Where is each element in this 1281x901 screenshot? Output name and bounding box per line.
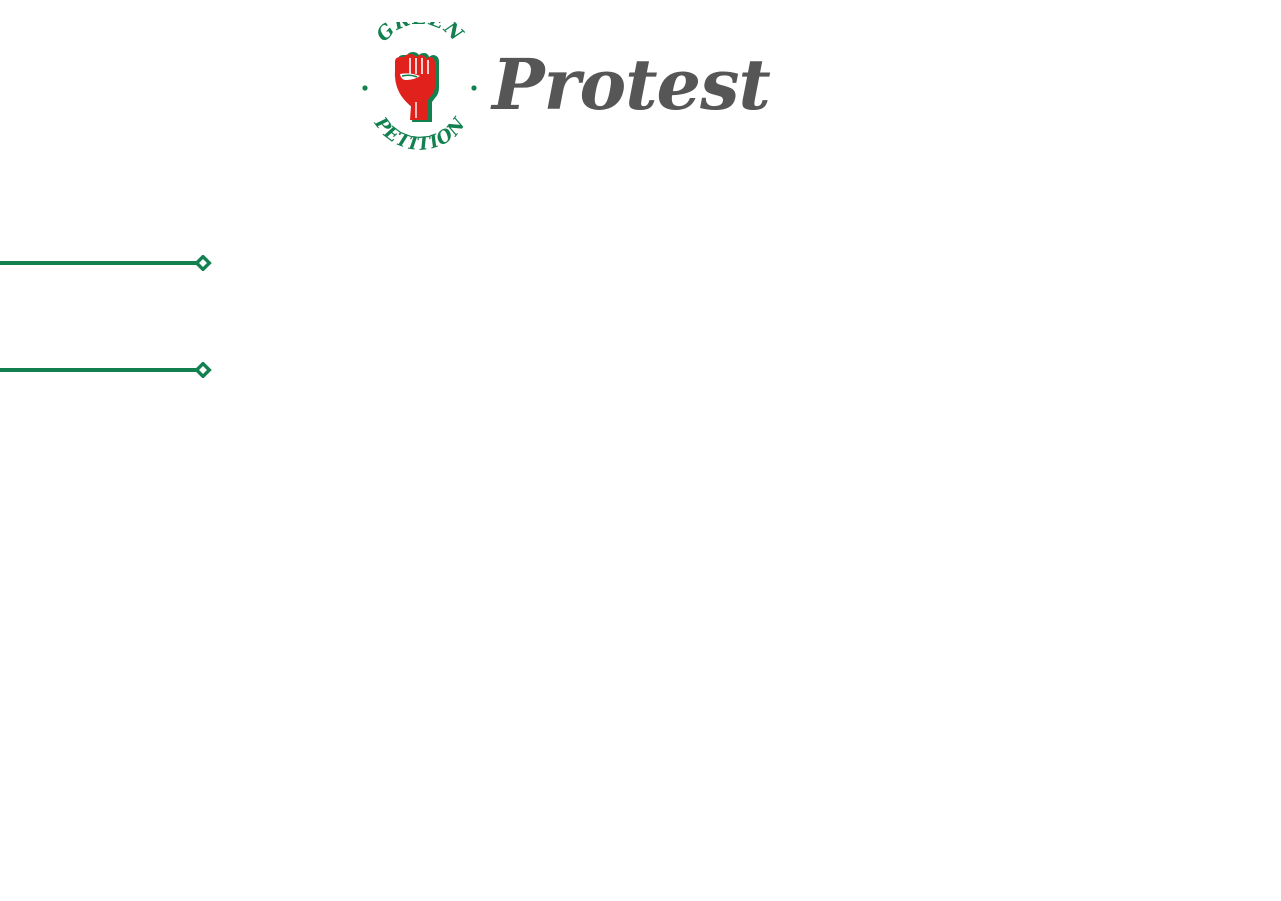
divider-diamond-icon bbox=[194, 255, 212, 271]
green-petition-logo: GREEN PETITION bbox=[362, 22, 477, 154]
wordmark: Protest bbox=[492, 43, 771, 126]
divider-diamond-icon bbox=[194, 362, 212, 378]
header: GREEN PETITION Protes bbox=[358, 22, 771, 154]
logo-dot-left bbox=[362, 85, 368, 91]
section-divider-2 bbox=[0, 362, 214, 378]
logo-top-text: GREEN bbox=[372, 22, 468, 46]
raised-fist-icon bbox=[394, 52, 439, 122]
page: GREEN PETITION Protes bbox=[0, 0, 1281, 901]
section-divider-1 bbox=[0, 255, 214, 271]
logo-dot-right bbox=[471, 85, 477, 91]
